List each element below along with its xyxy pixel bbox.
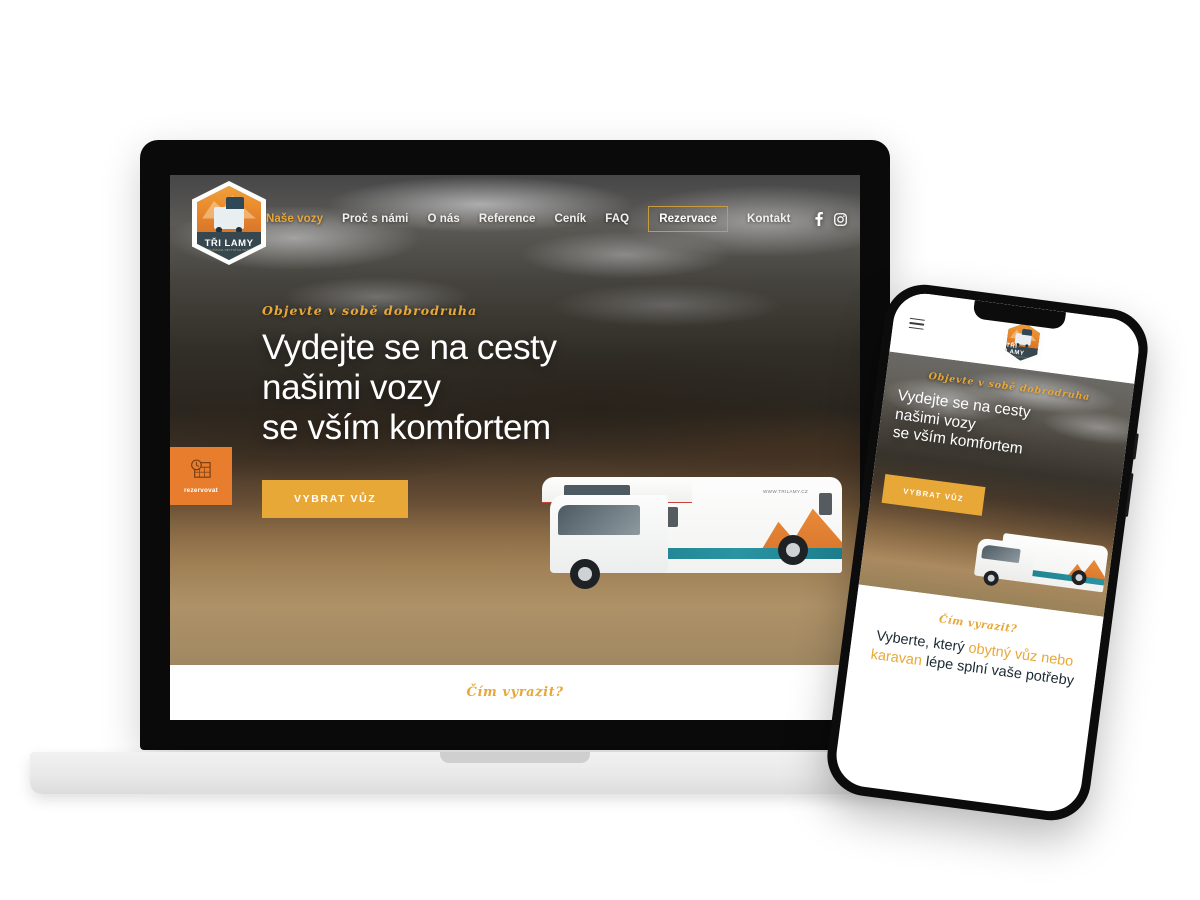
motorhome-windshield bbox=[558, 505, 640, 535]
mobile-hero-section: Objevte v sobě dobrodruha Vydejte se na … bbox=[858, 351, 1135, 617]
reservation-side-tab-label: rezervovat bbox=[184, 486, 218, 494]
hero-headline: Vydejte se na cesty našimi vozy se vším … bbox=[262, 328, 557, 448]
laptop-screen: TŘI LAMY PŮJČOVNA OBYTNÝCH VOZŮ Naše voz… bbox=[170, 175, 860, 720]
mockup-stage: TŘI LAMY PŮJČOVNA OBYTNÝCH VOZŮ Naše voz… bbox=[0, 0, 1200, 900]
logo-van-icon bbox=[213, 197, 245, 229]
motorhome-window bbox=[819, 493, 832, 515]
laptop-trackpad-notch bbox=[440, 752, 590, 763]
logo-tagline-text: PŮJČOVNA OBYTNÝCH VOZŮ bbox=[207, 248, 251, 252]
hero-eyebrow: Objevte v sobě dobrodruha bbox=[262, 303, 478, 318]
phone-power-button bbox=[1124, 472, 1134, 518]
hero-headline-line-1: Vydejte se na cesty bbox=[262, 328, 557, 367]
nav-item-reference[interactable]: Reference bbox=[479, 213, 536, 225]
nav-links: Naše vozy Proč s námi O nás Reference Ce… bbox=[266, 206, 851, 232]
laptop-mockup: TŘI LAMY PŮJČOVNA OBYTNÝCH VOZŮ Naše voz… bbox=[30, 140, 1000, 794]
nav-item-nase-vozy[interactable]: Naše vozy bbox=[266, 213, 323, 225]
motorhome-url-decal: WWW.TRILAMY.CZ bbox=[763, 489, 808, 494]
phone-screen: TŘI LAMY PŮJČOVNA OBYTNÝCH VOZŮ Objevte … bbox=[832, 290, 1143, 815]
motorhome-wheel bbox=[570, 559, 600, 589]
nav-item-proc-s-nami[interactable]: Proč s námi bbox=[342, 213, 408, 225]
hero-copy: Objevte v sobě dobrodruha Vydejte se na … bbox=[262, 303, 557, 518]
reservation-side-tab[interactable]: rezervovat bbox=[170, 447, 232, 505]
mobile-motorhome-windshield bbox=[981, 544, 1021, 564]
motorhome-cab bbox=[550, 495, 668, 573]
hero-section: TŘI LAMY PŮJČOVNA OBYTNÝCH VOZŮ Naše voz… bbox=[170, 175, 860, 665]
hero-headline-line-2: našimi vozy bbox=[262, 367, 441, 407]
nav-item-cenik[interactable]: Ceník bbox=[554, 213, 586, 225]
motorhome-photo: WWW.TRILAMY.CZ bbox=[512, 427, 842, 597]
calendar-clock-icon bbox=[190, 458, 212, 484]
nav-item-faq[interactable]: FAQ bbox=[605, 213, 629, 225]
hero-headline-line-3: se vším komfortem bbox=[262, 407, 551, 447]
section-band-title: Čím vyrazit? bbox=[466, 685, 564, 700]
nav-item-o-nas[interactable]: O nás bbox=[427, 213, 459, 225]
website-desktop-view: TŘI LAMY PŮJČOVNA OBYTNÝCH VOZŮ Naše voz… bbox=[170, 175, 860, 720]
instagram-icon[interactable] bbox=[833, 212, 847, 226]
laptop-lid: TŘI LAMY PŮJČOVNA OBYTNÝCH VOZŮ Naše voz… bbox=[140, 140, 890, 750]
hamburger-menu-icon[interactable] bbox=[908, 317, 925, 331]
facebook-icon[interactable] bbox=[814, 212, 824, 226]
mobile-motorhome-photo bbox=[952, 505, 1111, 604]
motorhome-wheel bbox=[778, 535, 808, 565]
brand-logo[interactable]: TŘI LAMY PŮJČOVNA OBYTNÝCH VOZŮ bbox=[192, 181, 266, 265]
site-navbar: TŘI LAMY PŮJČOVNA OBYTNÝCH VOZŮ Naše voz… bbox=[170, 175, 860, 265]
hero-cta-button[interactable]: VYBRAT VŮZ bbox=[262, 479, 409, 518]
nav-item-kontakt[interactable]: Kontakt bbox=[747, 213, 791, 225]
phone-volume-button bbox=[1132, 433, 1139, 460]
logo-name-text: TŘI LAMY bbox=[204, 238, 254, 250]
section-band: Čím vyrazit? bbox=[170, 665, 860, 720]
nav-item-rezervace[interactable]: Rezervace bbox=[648, 206, 729, 232]
logo-name-band: TŘI LAMY PŮJČOVNA OBYTNÝCH VOZŮ bbox=[197, 231, 261, 260]
social-links bbox=[814, 212, 847, 226]
